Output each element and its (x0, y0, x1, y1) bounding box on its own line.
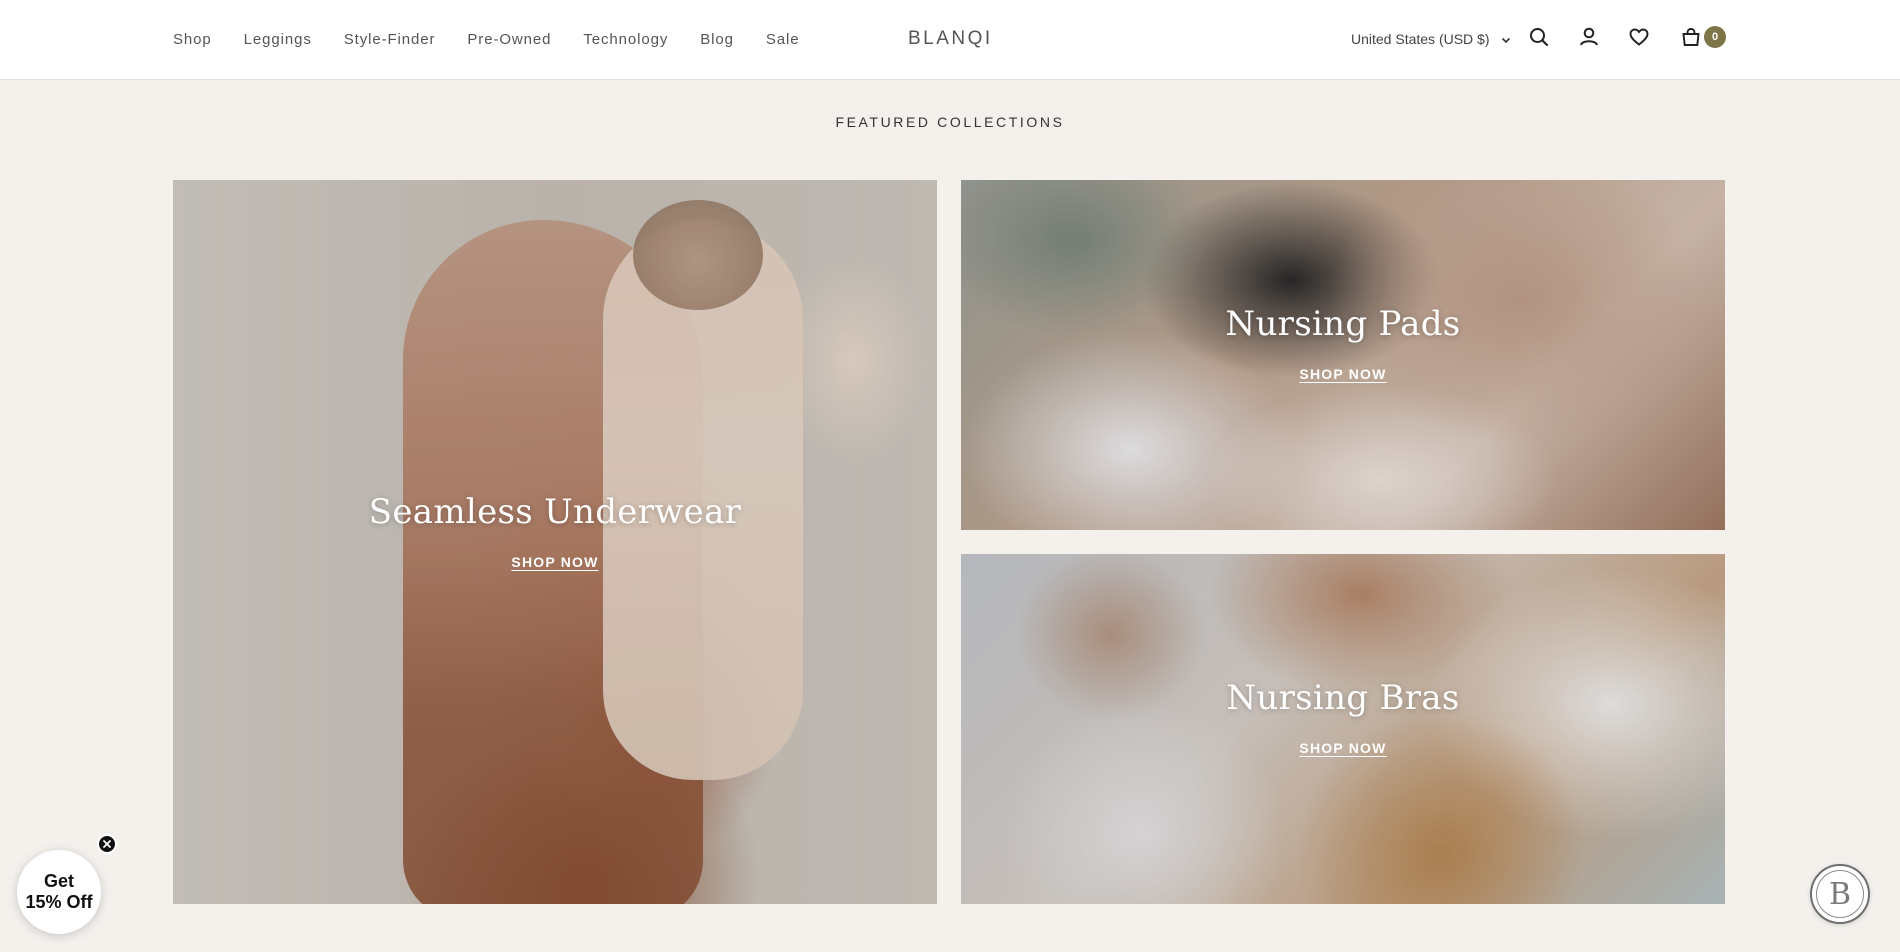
currency-selector[interactable]: United States (USD $) (1351, 0, 1512, 78)
collection-nursing-bras[interactable]: Nursing Bras SHOP NOW (961, 554, 1725, 904)
brand-b-icon: B (1816, 870, 1864, 918)
wishlist-icon[interactable] (1626, 24, 1652, 50)
nav-pre-owned[interactable]: Pre-Owned (467, 31, 551, 48)
nav-style-finder[interactable]: Style-Finder (344, 31, 436, 48)
nav-blog[interactable]: Blog (700, 31, 734, 48)
collection-title: Seamless Underwear (368, 492, 742, 532)
chat-label: B (1828, 876, 1852, 912)
collection-caption: Nursing Bras SHOP NOW (961, 678, 1725, 758)
close-icon[interactable] (97, 834, 117, 854)
discount-promo-button[interactable]: Get 15% Off (17, 850, 101, 934)
collection-caption: Nursing Pads SHOP NOW (961, 304, 1725, 384)
shop-now-link[interactable]: SHOP NOW (1299, 366, 1386, 382)
collection-caption: Seamless Underwear SHOP NOW (173, 492, 937, 572)
main-nav: Shop Leggings Style-Finder Pre-Owned Tec… (173, 0, 832, 78)
cart-icon[interactable] (1678, 24, 1704, 50)
collection-nursing-pads[interactable]: Nursing Pads SHOP NOW (961, 180, 1725, 530)
site-header: Shop Leggings Style-Finder Pre-Owned Tec… (0, 0, 1900, 80)
nav-shop[interactable]: Shop (173, 31, 212, 48)
search-icon[interactable] (1526, 24, 1552, 50)
logo-text: BLANQI (908, 28, 993, 49)
collection-seamless-underwear[interactable]: Seamless Underwear SHOP NOW (173, 180, 937, 904)
currency-label: United States (USD $) (1351, 31, 1490, 47)
account-icon[interactable] (1576, 24, 1602, 50)
nav-technology[interactable]: Technology (583, 31, 668, 48)
collection-title: Nursing Bras (1226, 678, 1460, 718)
shop-now-link[interactable]: SHOP NOW (511, 554, 598, 570)
chat-widget-button[interactable]: B (1810, 864, 1870, 924)
nav-sale[interactable]: Sale (766, 31, 800, 48)
promo-line-2: 15% Off (25, 892, 93, 912)
promo-line-1: Get (43, 871, 74, 891)
shop-now-link[interactable]: SHOP NOW (1299, 740, 1386, 756)
cart-count-badge: 0 (1704, 26, 1726, 48)
section-title: FEATURED COLLECTIONS (835, 114, 1065, 130)
nav-leggings[interactable]: Leggings (244, 31, 312, 48)
site-logo[interactable]: BLANQI (908, 28, 993, 50)
chevron-down-icon (1500, 33, 1512, 45)
collection-title: Nursing Pads (1225, 304, 1461, 344)
